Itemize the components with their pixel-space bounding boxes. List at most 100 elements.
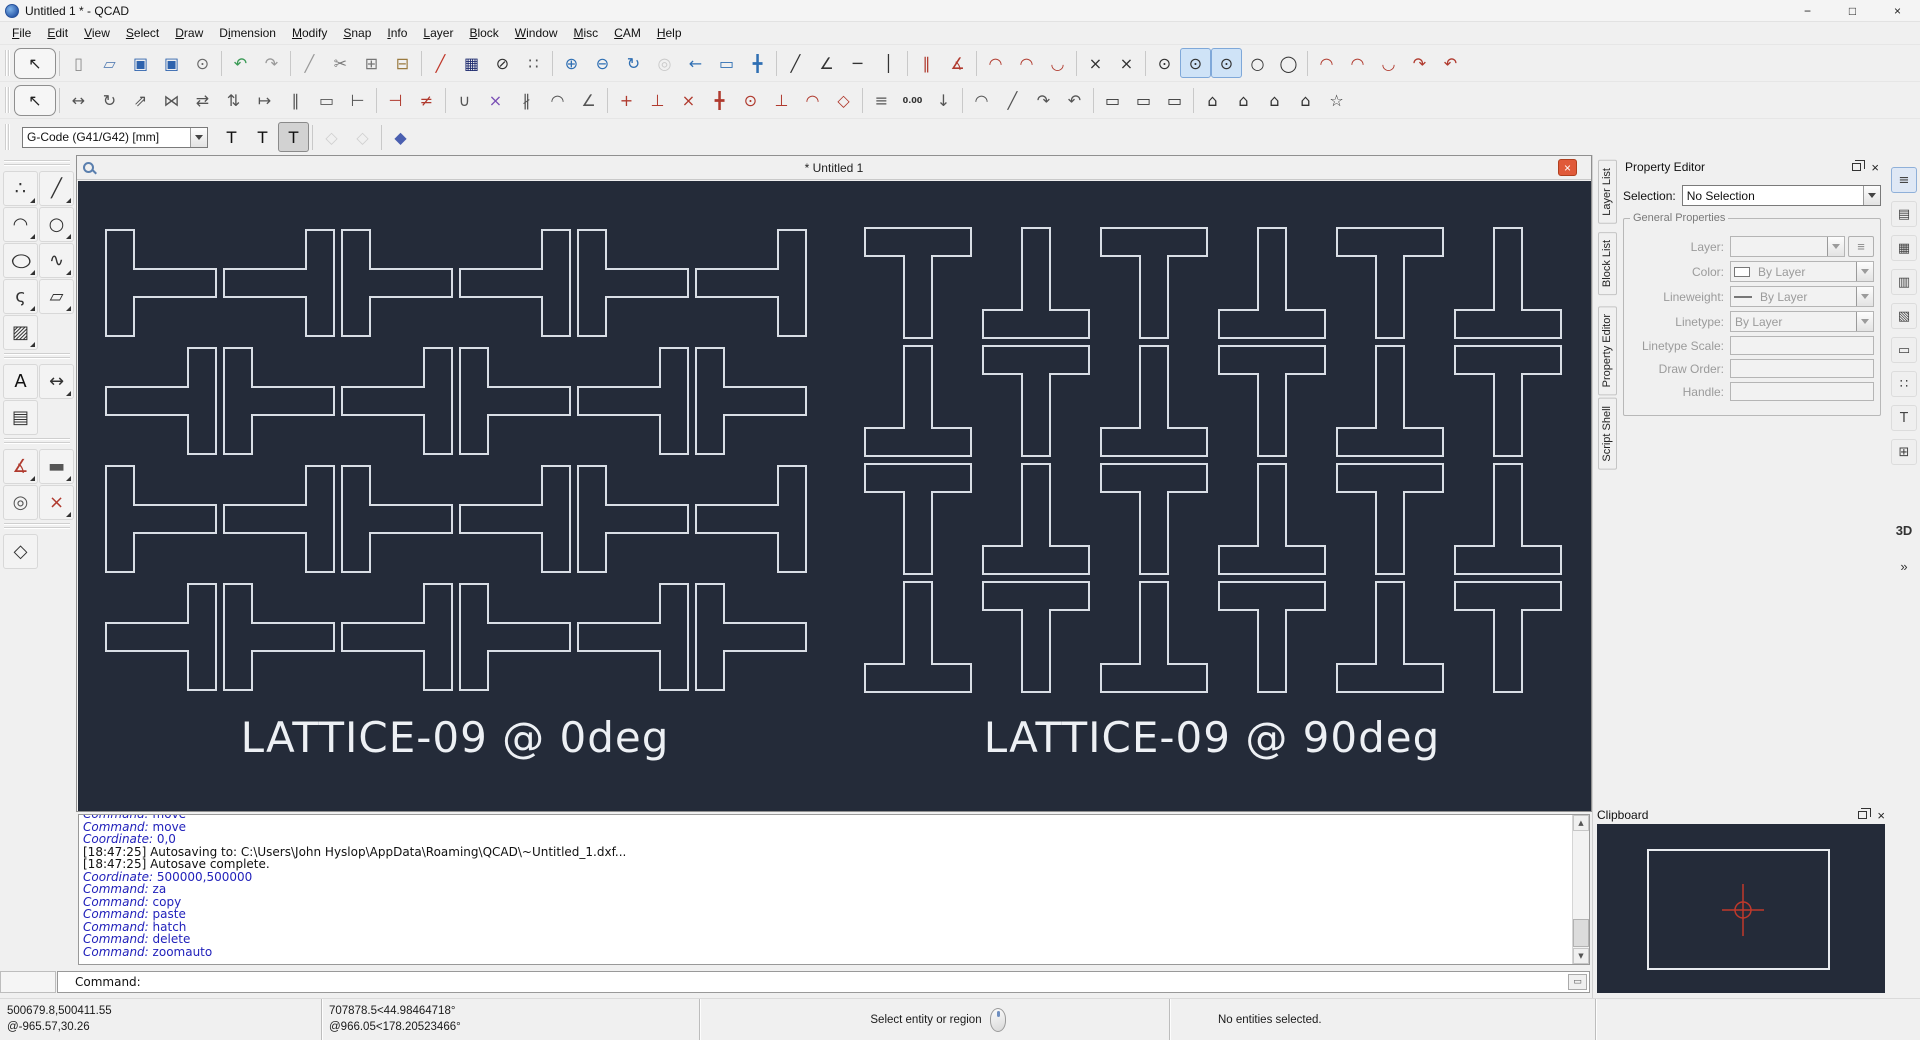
line-angle-button[interactable]: ∠: [811, 48, 842, 78]
paste-button[interactable]: ⊟: [387, 48, 418, 78]
snap-tangential-button[interactable]: ◠: [797, 85, 828, 115]
snap-reference-button[interactable]: ◇: [828, 85, 859, 115]
modify-trim-button[interactable]: ×: [39, 485, 74, 520]
line-tools-button[interactable]: ╱: [39, 171, 74, 206]
offset-button[interactable]: ∥: [280, 85, 311, 115]
restriction-off-button[interactable]: ⊘: [487, 48, 518, 78]
grid-button[interactable]: ∷: [518, 48, 549, 78]
reference-point-button[interactable]: ↓: [928, 85, 959, 115]
arc-tools-button[interactable]: ◠: [3, 207, 38, 242]
selection-mode-button[interactable]: ↖: [14, 85, 56, 116]
divide-button[interactable]: ∦: [511, 85, 542, 115]
tab-property-editor[interactable]: Property Editor: [1598, 306, 1617, 395]
rectangle-size-button[interactable]: ▭: [1128, 85, 1159, 115]
view-3d-button[interactable]: 3D: [1891, 523, 1917, 538]
command-line-input[interactable]: Command: ▭: [57, 971, 1590, 993]
menu-help[interactable]: Help: [649, 24, 690, 42]
dimension-precision-button[interactable]: 0.00: [897, 85, 928, 115]
tangent-2-circles-button[interactable]: ×: [1080, 48, 1111, 78]
menu-block[interactable]: Block: [461, 24, 506, 42]
command-line-toggle-button[interactable]: ▭: [1891, 337, 1917, 363]
star-button[interactable]: ☆: [1321, 85, 1352, 115]
projection-3d-button[interactable]: ◇: [3, 534, 38, 569]
drawing-canvas[interactable]: LATTICE-09 @ 0deg LATTICE-09 @ 90deg: [78, 181, 1591, 811]
polyline-append-button[interactable]: ↷: [1028, 85, 1059, 115]
line-horizontal-button[interactable]: ─: [842, 48, 873, 78]
cam-configuration-button[interactable]: T: [216, 122, 247, 152]
spline-tools-button[interactable]: ∿: [39, 243, 74, 278]
property-editor-toggle-button[interactable]: ▧: [1891, 303, 1917, 329]
toolbar-handle[interactable]: [5, 50, 11, 76]
break-out-segment-button[interactable]: ∪: [449, 85, 480, 115]
shape-tools-button[interactable]: ▱: [39, 279, 74, 314]
tab-script-shell[interactable]: Script Shell: [1598, 398, 1617, 470]
circle-radius-button[interactable]: ○: [1242, 48, 1273, 78]
command-history[interactable]: Command: moveCommand: moveCoordinate: 0,…: [78, 814, 1590, 965]
rotate-button[interactable]: ↻: [94, 85, 125, 115]
menu-modify[interactable]: Modify: [284, 24, 335, 42]
polygon-2-corners-button[interactable]: ⌂: [1290, 85, 1321, 115]
clipboard-header[interactable]: Clipboard ×: [1597, 806, 1885, 824]
property-editor-header[interactable]: Property Editor ×: [1619, 157, 1885, 177]
measure-tools-button[interactable]: ▬: [39, 449, 74, 484]
pen-properties-button[interactable]: ╱: [425, 48, 456, 78]
lengthen-button[interactable]: ⊢: [342, 85, 373, 115]
undo-button[interactable]: ↶: [225, 48, 256, 78]
cut-button[interactable]: ✂: [325, 48, 356, 78]
polyline-tools-button[interactable]: ς: [3, 279, 38, 314]
menu-layer[interactable]: Layer: [415, 24, 461, 42]
arc-2-points-radius-button[interactable]: ◠: [1311, 48, 1342, 78]
point-tools-button[interactable]: ∴: [3, 171, 38, 206]
menu-draw[interactable]: Draw: [167, 24, 211, 42]
rectangle-2-corners-button[interactable]: ▭: [1097, 85, 1128, 115]
boolean-operations-button[interactable]: ◎: [3, 485, 38, 520]
menu-window[interactable]: Window: [507, 24, 566, 42]
close-button[interactable]: ×: [1875, 0, 1920, 21]
cam-configuration-select[interactable]: G-Code (G41/G42) [mm]: [22, 127, 208, 148]
new-document-button[interactable]: ▯: [63, 48, 94, 78]
float-panel-icon[interactable]: [1852, 163, 1861, 171]
menu-cam[interactable]: CAM: [606, 24, 649, 42]
block-list-toggle-button[interactable]: ▦: [1891, 235, 1917, 261]
toolbars-toggle-button[interactable]: ≡: [1891, 167, 1917, 193]
arc-center-button[interactable]: ◠: [1011, 48, 1042, 78]
line-bisector-button[interactable]: ∡: [942, 48, 973, 78]
dimension-tools-button[interactable]: ↔: [39, 364, 74, 399]
menu-edit[interactable]: Edit: [39, 24, 76, 42]
zoom-redraw-button[interactable]: ↻: [618, 48, 649, 78]
command-line-handle[interactable]: [0, 971, 56, 993]
line-2-points-button[interactable]: ╱: [780, 48, 811, 78]
stretch-button[interactable]: ↦: [249, 85, 280, 115]
close-panel-icon[interactable]: ×: [1871, 161, 1879, 174]
polygon-side-side-button[interactable]: ⌂: [1259, 85, 1290, 115]
save-as-button[interactable]: ▣: [156, 48, 187, 78]
menu-file[interactable]: File: [4, 24, 39, 42]
tab-block-list[interactable]: Block List: [1598, 232, 1617, 295]
line-parallel-button[interactable]: ∥: [911, 48, 942, 78]
circle-arc-toggle-button[interactable]: ↷: [1404, 48, 1435, 78]
snap-perpendicular-button[interactable]: ⊥: [766, 85, 797, 115]
menu-dimension[interactable]: Dimension: [211, 24, 284, 42]
zoom-out-button[interactable]: ⊖: [587, 48, 618, 78]
pan-button[interactable]: ╋: [742, 48, 773, 78]
circle-tools-button[interactable]: ○: [39, 207, 74, 242]
redo-button[interactable]: ↷: [256, 48, 287, 78]
chamfer-button[interactable]: ∠: [573, 85, 604, 115]
cam-reorder-button[interactable]: ◆: [385, 122, 416, 152]
toolbar-overflow-button[interactable]: »: [1891, 559, 1917, 574]
snap-toggle-button[interactable]: ∷: [1891, 371, 1917, 397]
ellipse-tools-button[interactable]: ○: [3, 243, 38, 278]
arc-reverse-button[interactable]: ↶: [1435, 48, 1466, 78]
trim-both-button[interactable]: ≠: [411, 85, 442, 115]
line-orthogonal-button[interactable]: ×: [1111, 48, 1142, 78]
zoom-auto-button[interactable]: ◎: [649, 48, 680, 78]
polygon-center-corner-button[interactable]: ⌂: [1197, 85, 1228, 115]
rectangle-rounded-button[interactable]: ▭: [1159, 85, 1190, 115]
polyline-arc-segment-button[interactable]: ◠: [966, 85, 997, 115]
menu-misc[interactable]: Misc: [565, 24, 606, 42]
nesting-panel-button[interactable]: ◇: [316, 122, 347, 152]
zoom-previous-button[interactable]: ←: [680, 48, 711, 78]
snap-auto-button[interactable]: ╋: [704, 85, 735, 115]
open-document-button[interactable]: ▱: [94, 48, 125, 78]
minimize-button[interactable]: −: [1785, 0, 1830, 21]
